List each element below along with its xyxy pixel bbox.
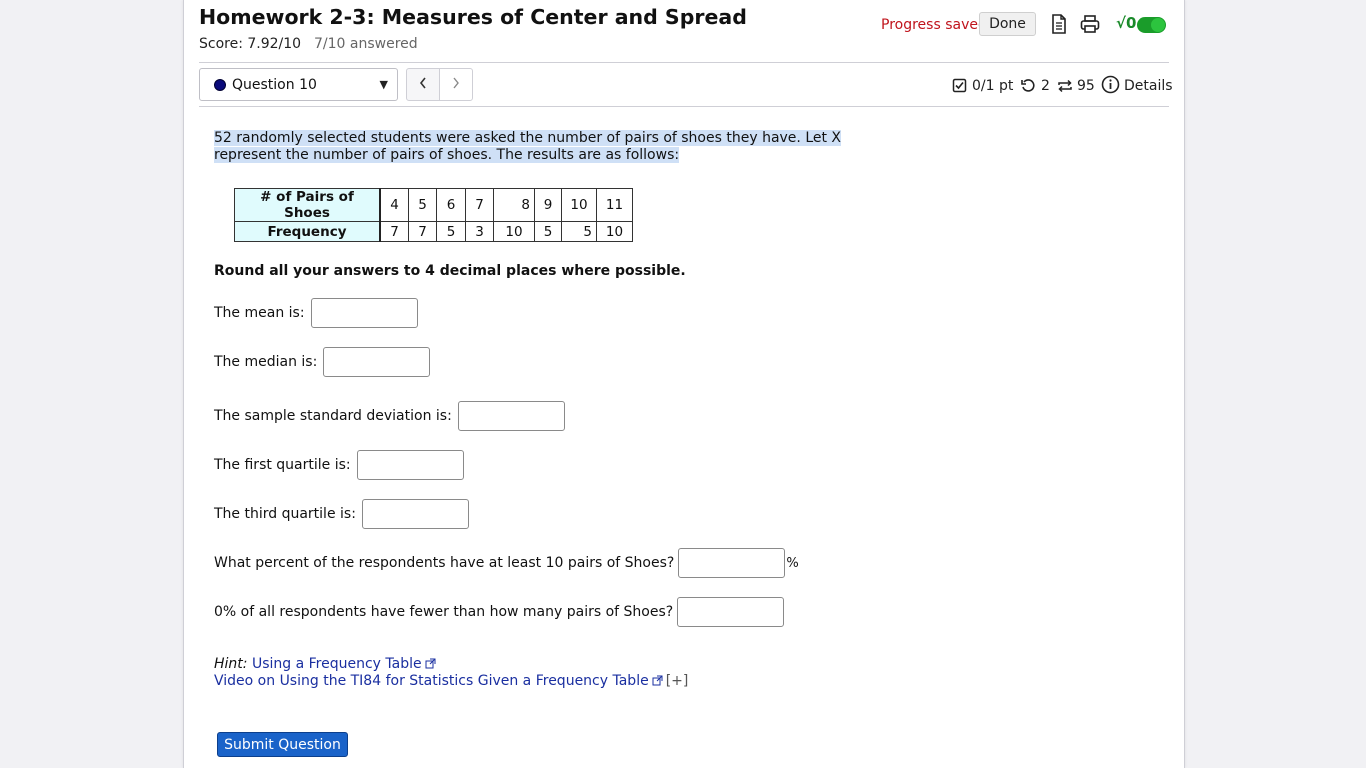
hint-section: Hint: Using a Frequency Table Video on U… <box>214 656 688 690</box>
q3-input[interactable] <box>361 499 469 529</box>
header-divider <box>199 62 1169 63</box>
table-cell: 5 <box>534 221 562 242</box>
attempts-icon <box>1057 78 1073 98</box>
table-cell: 3 <box>465 221 494 242</box>
math-entry-icon[interactable]: √0 <box>1116 14 1136 32</box>
attempts-count: 95 <box>1077 78 1095 94</box>
percent-row: What percent of the respondents have at … <box>214 548 799 578</box>
info-icon[interactable] <box>1101 75 1120 98</box>
chevron-down-icon: ▼ <box>379 78 388 91</box>
table-cell: 7 <box>379 221 409 242</box>
q1-row: The first quartile is: <box>214 450 464 480</box>
table-cell: 11 <box>596 188 633 222</box>
sd-label: The sample standard deviation is: <box>214 408 452 424</box>
question-text-content: 52 randomly selected students were asked… <box>214 130 842 163</box>
document-icon[interactable] <box>1050 13 1068 39</box>
checkbox-icon <box>952 78 967 97</box>
median-label: The median is: <box>214 354 318 370</box>
mean-row: The mean is: <box>214 298 418 328</box>
points-value: 0/1 pt <box>972 78 1014 94</box>
score-label: Score: 7.92/10 <box>199 36 302 52</box>
percent-sign: % <box>786 555 799 571</box>
percent-input[interactable] <box>678 548 786 578</box>
question-select[interactable]: Question 10 ▼ <box>199 68 398 101</box>
external-link-icon <box>652 675 663 686</box>
math-toggle[interactable] <box>1137 17 1166 33</box>
q3-row: The third quartile is: <box>214 499 469 529</box>
table-row: Frequency 7 7 5 3 10 5 5 10 <box>234 221 633 242</box>
toggle-knob <box>1151 18 1165 32</box>
page-title: Homework 2-3: Measures of Center and Spr… <box>199 5 747 29</box>
q3-label: The third quartile is: <box>214 506 356 522</box>
frequency-table: # of Pairs of Shoes 4 5 6 7 8 9 10 11 Fr… <box>234 188 633 242</box>
fewer-row: 0% of all respondents have fewer than ho… <box>214 597 785 627</box>
sd-input[interactable] <box>457 401 565 431</box>
table-cell: 6 <box>436 188 466 222</box>
next-question-button[interactable] <box>439 68 473 101</box>
table-cell: 10 <box>493 221 535 242</box>
table-cell: 5 <box>436 221 466 242</box>
table-cell: 7 <box>465 188 494 222</box>
fewer-label: 0% of all respondents have fewer than ho… <box>214 604 674 620</box>
table-cell: 4 <box>379 188 409 222</box>
fewer-input[interactable] <box>677 597 785 627</box>
table-cell: 7 <box>408 221 437 242</box>
question-text: 52 randomly selected students were asked… <box>214 130 894 164</box>
external-link-icon <box>425 658 436 669</box>
details-link[interactable]: Details <box>1124 78 1173 94</box>
table-cell: 8 <box>493 188 535 222</box>
mean-label: The mean is: <box>214 305 305 321</box>
median-row: The median is: <box>214 347 431 377</box>
expand-hint-button[interactable]: [+] <box>666 673 689 689</box>
toolbar-divider <box>199 106 1169 107</box>
chevron-left-icon <box>419 77 426 88</box>
table-row: # of Pairs of Shoes 4 5 6 7 8 9 10 11 <box>234 188 633 222</box>
previous-question-button[interactable] <box>406 68 440 101</box>
median-input[interactable] <box>323 347 431 377</box>
sd-row: The sample standard deviation is: <box>214 401 565 431</box>
table-cell: 10 <box>596 221 633 242</box>
ti84-video-link[interactable]: Video on Using the TI84 for Statistics G… <box>214 673 649 689</box>
question-status-dot <box>214 79 226 91</box>
hint-label: Hint: <box>214 656 248 672</box>
q1-input[interactable] <box>356 450 464 480</box>
mean-input[interactable] <box>310 298 418 328</box>
table-header-frequency: Frequency <box>234 221 381 242</box>
submit-question-button[interactable]: Submit Question <box>217 732 348 757</box>
percent-label: What percent of the respondents have at … <box>214 555 675 571</box>
retry-icon <box>1020 78 1036 98</box>
table-header-x: # of Pairs of Shoes <box>234 188 381 222</box>
table-cell: 10 <box>561 188 597 222</box>
homework-page: Homework 2-3: Measures of Center and Spr… <box>183 0 1185 768</box>
table-cell: 5 <box>408 188 437 222</box>
print-icon[interactable] <box>1079 13 1101 39</box>
table-cell: 9 <box>534 188 562 222</box>
table-cell: 5 <box>561 221 597 242</box>
q1-label: The first quartile is: <box>214 457 351 473</box>
progress-saved-status: Progress saved <box>881 17 987 33</box>
answered-count: 7/10 answered <box>314 36 418 52</box>
rounding-instructions: Round all your answers to 4 decimal plac… <box>214 263 686 279</box>
frequency-table-link[interactable]: Using a Frequency Table <box>252 656 422 672</box>
retries-count: 2 <box>1041 78 1050 94</box>
question-select-label: Question 10 <box>232 77 317 93</box>
chevron-right-icon <box>453 77 459 88</box>
done-button[interactable]: Done <box>979 12 1036 36</box>
